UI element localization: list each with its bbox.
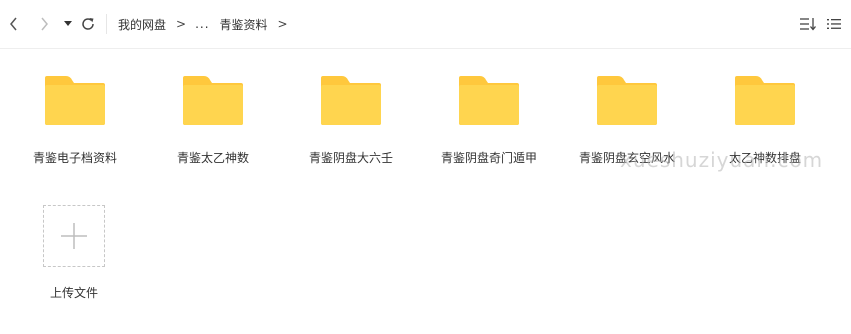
caret-down-icon bbox=[64, 21, 72, 26]
folder-icon bbox=[183, 76, 243, 125]
folder-name[interactable]: 青鉴阴盘大六壬 bbox=[291, 149, 411, 166]
folder-name[interactable]: 太乙神数排盘 bbox=[705, 149, 825, 166]
refresh-icon bbox=[82, 18, 94, 30]
folder-icon bbox=[459, 76, 519, 125]
breadcrumb-separator: > bbox=[277, 17, 288, 31]
upload-button[interactable] bbox=[43, 205, 105, 267]
folder-name[interactable]: 青鉴阴盘玄空风水 bbox=[567, 149, 687, 166]
view-mode-button[interactable] bbox=[824, 15, 844, 33]
breadcrumb: 我的网盘 > ... 青鉴资料 > bbox=[118, 15, 297, 33]
folder-icon bbox=[735, 76, 795, 125]
sort-button[interactable] bbox=[798, 15, 818, 33]
breadcrumb-current[interactable]: 青鉴资料 bbox=[220, 16, 268, 33]
sort-icon bbox=[800, 18, 816, 31]
history-dropdown-button[interactable] bbox=[58, 14, 78, 34]
breadcrumb-root[interactable]: 我的网盘 bbox=[118, 16, 166, 33]
back-button[interactable] bbox=[4, 14, 24, 34]
list-view-icon bbox=[827, 19, 841, 29]
chevron-left-icon bbox=[10, 17, 17, 31]
toolbar: 我的网盘 > ... 青鉴资料 > bbox=[0, 0, 851, 49]
forward-button[interactable] bbox=[34, 14, 54, 34]
upload-label[interactable]: 上传文件 bbox=[14, 284, 134, 301]
folder-name[interactable]: 青鉴电子档资料 bbox=[15, 149, 135, 166]
plus-icon bbox=[61, 223, 87, 249]
breadcrumb-separator: > bbox=[176, 17, 187, 31]
breadcrumb-ellipsis[interactable]: ... bbox=[195, 17, 209, 31]
chevron-right-icon bbox=[41, 17, 48, 31]
refresh-button[interactable] bbox=[78, 14, 98, 34]
toolbar-divider bbox=[106, 14, 107, 34]
folder-icon bbox=[45, 76, 105, 125]
folder-name[interactable]: 青鉴太乙神数 bbox=[153, 149, 273, 166]
folder-icon bbox=[321, 76, 381, 125]
folder-name[interactable]: 青鉴阴盘奇门遁甲 bbox=[429, 149, 549, 166]
folder-icon bbox=[597, 76, 657, 125]
